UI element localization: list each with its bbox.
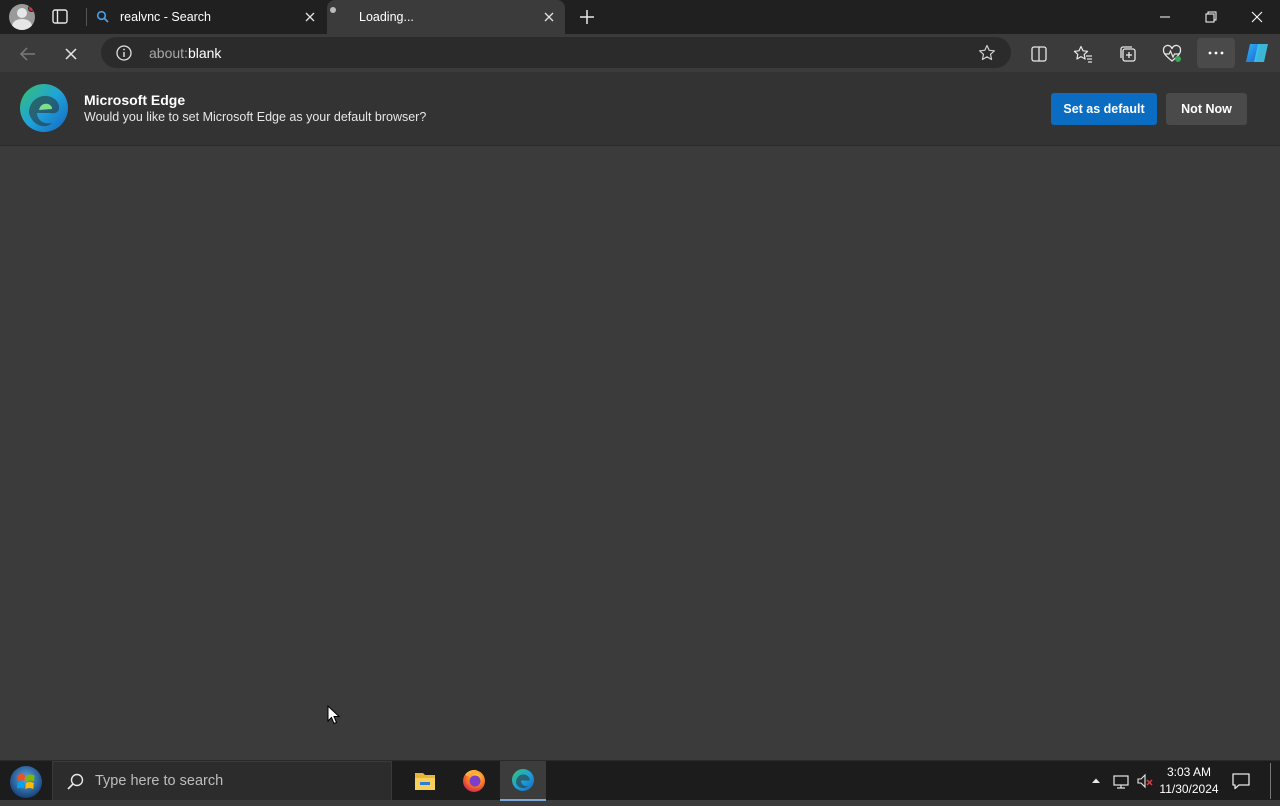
tab-actions-icon bbox=[52, 9, 68, 24]
favorites-icon bbox=[1073, 45, 1092, 63]
action-center-notification-icon[interactable] bbox=[1230, 771, 1252, 791]
stop-icon bbox=[65, 48, 77, 60]
loading-icon bbox=[330, 7, 336, 13]
address-bar[interactable]: about:blank bbox=[101, 37, 1011, 68]
url-page: blank bbox=[187, 45, 222, 61]
taskbar: Type here to search 3:03 AM 11/30/2024 bbox=[0, 760, 1280, 801]
favorites-button[interactable] bbox=[1070, 41, 1096, 67]
clock-time: 3:03 AM bbox=[1166, 765, 1212, 779]
network-icon[interactable] bbox=[1112, 772, 1130, 790]
minimize-button[interactable] bbox=[1142, 0, 1188, 34]
infobar-title: Microsoft Edge bbox=[84, 92, 186, 108]
copilot-icon[interactable] bbox=[1243, 39, 1271, 67]
edge-logo-icon bbox=[20, 84, 68, 132]
edge-icon bbox=[512, 769, 534, 791]
show-hidden-icons-chevron-up-icon[interactable] bbox=[1090, 775, 1102, 787]
browser-essentials-button[interactable] bbox=[1159, 41, 1185, 67]
mouse-cursor-icon bbox=[327, 705, 341, 725]
more-dots-icon bbox=[1208, 51, 1224, 55]
show-desktop-button[interactable] bbox=[1270, 763, 1274, 799]
search-placeholder: Type here to search bbox=[95, 773, 224, 789]
browser-toolbar: about:blank bbox=[0, 34, 1280, 72]
title-bar: realvnc - Search Loading... bbox=[0, 0, 1280, 34]
not-now-button[interactable]: Not Now bbox=[1166, 93, 1247, 125]
close-tab-icon[interactable] bbox=[541, 9, 557, 25]
stop-loading-button[interactable] bbox=[58, 41, 84, 67]
tab-separator bbox=[86, 8, 87, 26]
firefox-icon bbox=[463, 769, 485, 792]
info-icon[interactable] bbox=[115, 44, 133, 62]
clock-date: 11/30/2024 bbox=[1159, 782, 1219, 796]
new-tab-icon[interactable] bbox=[577, 7, 597, 27]
close-window-button[interactable] bbox=[1234, 0, 1280, 34]
restore-button[interactable] bbox=[1188, 0, 1234, 34]
restore-icon bbox=[1205, 11, 1217, 23]
taskbar-firefox[interactable] bbox=[451, 761, 497, 801]
url-scheme: about: bbox=[149, 45, 188, 61]
tab-realvnc-search[interactable]: realvnc - Search bbox=[88, 0, 326, 34]
back-button[interactable] bbox=[15, 41, 41, 67]
back-arrow-icon bbox=[19, 47, 35, 61]
collections-button[interactable] bbox=[1115, 41, 1141, 67]
taskbar-clock[interactable]: 3:03 AM 11/30/2024 bbox=[1158, 764, 1220, 798]
set-as-default-button[interactable]: Set as default bbox=[1051, 93, 1157, 125]
split-screen-button[interactable] bbox=[1026, 41, 1052, 67]
taskbar-search-box[interactable]: Type here to search bbox=[52, 761, 392, 801]
tab-actions-button[interactable] bbox=[48, 6, 72, 28]
close-tab-icon[interactable] bbox=[302, 9, 318, 25]
start-button-windows-icon[interactable] bbox=[6, 763, 46, 799]
favorite-star-icon[interactable] bbox=[977, 43, 997, 63]
file-explorer-icon bbox=[415, 773, 435, 790]
tab-title: Loading... bbox=[359, 10, 414, 24]
url-text[interactable]: about:blank bbox=[149, 45, 221, 61]
tab-loading[interactable]: Loading... bbox=[327, 0, 565, 34]
profile-notification-dot bbox=[28, 5, 35, 12]
heart-pulse-icon bbox=[1162, 44, 1182, 62]
settings-and-more-button[interactable] bbox=[1197, 38, 1235, 68]
collections-icon bbox=[1120, 46, 1136, 62]
infobar-message: Would you like to set Microsoft Edge as … bbox=[84, 110, 427, 124]
taskbar-file-explorer[interactable] bbox=[402, 761, 448, 801]
minimize-icon bbox=[1160, 16, 1170, 18]
taskbar-edge[interactable] bbox=[500, 761, 546, 801]
volume-muted-icon[interactable] bbox=[1136, 772, 1154, 790]
close-icon bbox=[1251, 11, 1263, 23]
page-content[interactable] bbox=[0, 147, 1280, 760]
split-screen-icon bbox=[1031, 46, 1047, 62]
tab-title: realvnc - Search bbox=[120, 10, 212, 24]
default-browser-infobar: Microsoft Edge Would you like to set Mic… bbox=[0, 72, 1280, 146]
profile-avatar-icon[interactable] bbox=[9, 4, 35, 30]
search-icon bbox=[96, 10, 109, 23]
search-icon bbox=[67, 773, 84, 790]
